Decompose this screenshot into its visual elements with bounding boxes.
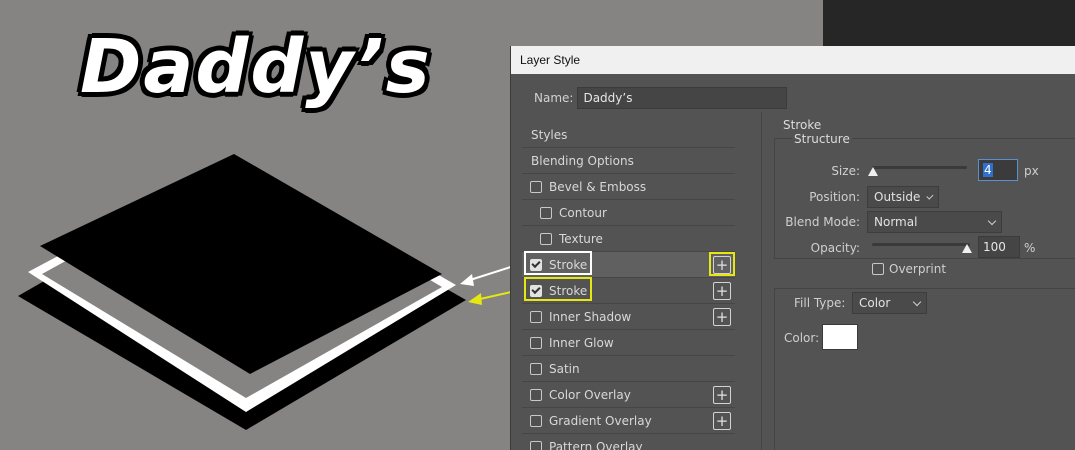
styles-list: Styles Blending Options Bevel & Emboss C… (522, 122, 735, 450)
blending-options-item[interactable]: Blending Options (522, 148, 735, 174)
inner-shadow-add-button[interactable]: + (713, 308, 731, 326)
bevel-emboss-label: Bevel & Emboss (549, 179, 647, 194)
opacity-unit: % (1024, 241, 1036, 255)
stroke-section-title: Stroke (783, 118, 822, 132)
styles-header-label: Styles (531, 127, 568, 142)
plus-icon: + (715, 385, 729, 404)
bevel-emboss-checkbox[interactable] (530, 180, 542, 193)
pattern-overlay-item[interactable]: Pattern Overlay (522, 434, 735, 450)
inner-glow-checkbox[interactable] (530, 336, 542, 349)
size-slider-thumb[interactable] (868, 167, 878, 176)
size-label: Size: (831, 164, 860, 178)
gradient-overlay-add-button[interactable]: + (713, 412, 731, 430)
fill-type-value: Color (859, 296, 891, 310)
white-highlight-box (524, 251, 592, 275)
texture-label: Texture (559, 231, 603, 246)
overprint-label: Overprint (889, 262, 947, 276)
name-input-value: Daddy’s (583, 91, 633, 105)
stroke-settings-panel: Stroke Structure Size: 4 px Position: Ou… (761, 112, 1075, 450)
size-input-value: 4 (983, 163, 993, 177)
color-overlay-add-button[interactable]: + (713, 386, 731, 404)
inner-glow-item[interactable]: Inner Glow (522, 330, 735, 356)
fill-type-dropdown[interactable]: Color (852, 292, 927, 314)
canvas-artwork (18, 154, 520, 430)
chevron-down-icon (912, 297, 922, 306)
opacity-label: Opacity: (810, 241, 860, 255)
name-input[interactable]: Daddy’s (577, 87, 788, 109)
inner-glow-label: Inner Glow (549, 335, 614, 350)
stroke-2-add-button[interactable]: + (713, 282, 731, 300)
styles-header[interactable]: Styles (522, 122, 735, 148)
texture-item[interactable]: Texture (522, 226, 735, 252)
plus-icon: + (715, 281, 729, 300)
yellow-arrow-head (468, 293, 482, 305)
plus-icon: + (715, 307, 729, 326)
color-overlay-checkbox[interactable] (530, 388, 542, 401)
opacity-input[interactable]: 100 (978, 236, 1020, 258)
name-label: Name: (534, 91, 574, 105)
size-unit: px (1024, 164, 1039, 178)
blend-mode-dropdown[interactable]: Normal (867, 211, 1002, 233)
overprint-checkbox[interactable] (872, 263, 884, 275)
contour-label: Contour (559, 205, 607, 220)
dialog-title: Layer Style (520, 53, 581, 67)
dialog-titlebar[interactable]: Layer Style (511, 46, 1075, 74)
opacity-slider-thumb[interactable] (962, 244, 972, 253)
gradient-overlay-label: Gradient Overlay (549, 413, 652, 428)
pattern-overlay-checkbox[interactable] (530, 440, 542, 450)
satin-checkbox[interactable] (530, 362, 542, 375)
fill-type-label: Fill Type: (792, 296, 848, 310)
gradient-overlay-checkbox[interactable] (530, 414, 542, 427)
blend-mode-label: Blend Mode: (785, 215, 860, 229)
size-input[interactable]: 4 (978, 159, 1018, 181)
inner-shadow-label: Inner Shadow (549, 309, 632, 324)
yellow-highlight-box (524, 277, 592, 301)
color-overlay-label: Color Overlay (549, 387, 631, 402)
contour-checkbox[interactable] (540, 206, 552, 219)
gradient-overlay-item[interactable]: Gradient Overlay + (522, 408, 735, 434)
inner-shadow-checkbox[interactable] (530, 310, 542, 323)
color-label: Color: (784, 331, 820, 345)
size-slider-track[interactable] (872, 166, 967, 169)
name-row: Name: Daddy’s (534, 87, 788, 109)
inner-shadow-item[interactable]: Inner Shadow + (522, 304, 735, 330)
bevel-emboss-item[interactable]: Bevel & Emboss (522, 174, 735, 200)
blending-options-label: Blending Options (531, 153, 634, 168)
position-dropdown[interactable]: Outside (867, 186, 939, 208)
yellow-highlight-plus-box (709, 252, 735, 276)
blend-mode-value: Normal (874, 215, 918, 229)
chevron-down-icon (987, 216, 997, 225)
texture-checkbox[interactable] (540, 232, 552, 245)
background-window-corner (823, 0, 1075, 46)
stroke-color-swatch[interactable] (822, 324, 858, 350)
satin-label: Satin (549, 361, 580, 376)
opacity-slider-track[interactable] (872, 243, 970, 246)
position-label: Position: (809, 190, 860, 204)
opacity-input-value: 100 (983, 240, 1006, 254)
contour-item[interactable]: Contour (522, 200, 735, 226)
satin-item[interactable]: Satin (522, 356, 735, 382)
chevron-down-icon (926, 192, 934, 199)
pattern-overlay-label: Pattern Overlay (549, 439, 643, 450)
position-value: Outside (874, 190, 921, 204)
color-overlay-item[interactable]: Color Overlay + (522, 382, 735, 408)
structure-group-title: Structure (792, 132, 852, 146)
layer-style-dialog: Layer Style Name: Daddy’s Styles Blendin… (510, 46, 1075, 450)
white-arrow-head (460, 274, 474, 286)
plus-icon: + (715, 411, 729, 430)
